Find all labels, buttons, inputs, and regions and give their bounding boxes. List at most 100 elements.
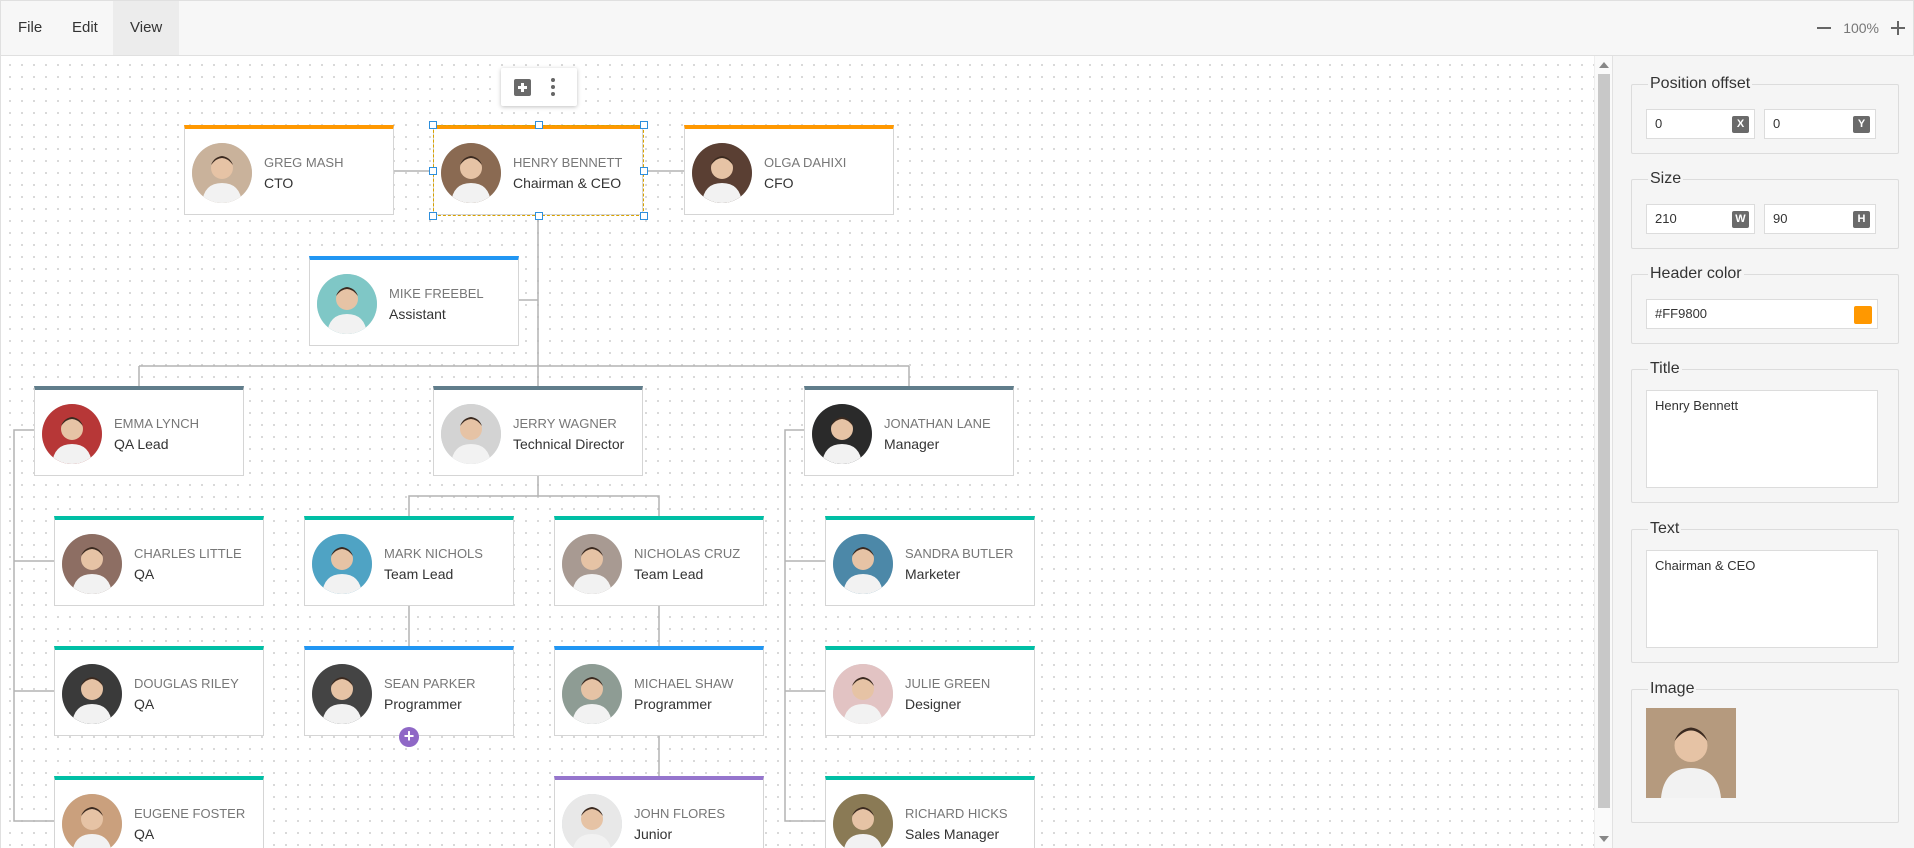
avatar xyxy=(62,794,122,848)
node-name: JOHN FLORES xyxy=(634,806,726,821)
resize-handle[interactable] xyxy=(429,121,437,129)
org-node-sean[interactable]: SEAN PARKER Programmer xyxy=(304,646,514,736)
org-node-jerry[interactable]: JERRY WAGNER Technical Director xyxy=(433,386,643,476)
add-child-button[interactable]: + xyxy=(399,727,419,747)
more-vertical-icon[interactable] xyxy=(551,78,555,96)
color-swatch[interactable] xyxy=(1854,306,1872,324)
node-role: Sales Manager xyxy=(905,826,1000,842)
org-node-sandra[interactable]: SANDRA BUTLER Marketer xyxy=(825,516,1035,606)
position-x-input[interactable]: 0 X xyxy=(1646,109,1755,139)
org-node-julie[interactable]: JULIE GREEN Designer xyxy=(825,646,1035,736)
width-value: 210 xyxy=(1655,211,1677,226)
diagram-canvas[interactable]: GREG MASH CTO HENRY BENNETT Chairman & CEO O… xyxy=(0,56,1594,848)
connector-jerry-team xyxy=(408,476,660,516)
text-label: Text xyxy=(1648,520,1682,538)
w-tag: W xyxy=(1732,211,1749,228)
scroll-up-arrow-icon[interactable] xyxy=(1599,62,1609,68)
plus-icon[interactable] xyxy=(1891,21,1905,35)
avatar xyxy=(833,794,893,848)
menu-view[interactable]: View xyxy=(113,1,180,55)
position-y-value: 0 xyxy=(1773,116,1781,131)
org-node-richard[interactable]: RICHARD HICKS Sales Manager xyxy=(825,776,1035,848)
header-color-input[interactable]: #FF9800 xyxy=(1646,299,1878,329)
avatar xyxy=(812,404,872,464)
node-role: Marketer xyxy=(905,566,961,582)
connector-emma-team xyxy=(13,429,54,822)
image-label: Image xyxy=(1648,680,1697,698)
org-node-mark[interactable]: MARK NICHOLS Team Lead xyxy=(304,516,514,606)
x-tag: X xyxy=(1732,116,1749,133)
minus-icon[interactable] xyxy=(1817,21,1832,35)
position-offset-group: Position offset 0 X 0 Y xyxy=(1631,75,1899,154)
org-node-greg[interactable]: GREG MASH CTO xyxy=(184,125,394,215)
text-group: Text Chairman & CEO xyxy=(1631,520,1899,663)
org-node-olga[interactable]: OLGA DAHIXI CFO xyxy=(684,125,894,215)
avatar xyxy=(562,664,622,724)
node-role: Programmer xyxy=(384,696,462,712)
org-node-nicholas[interactable]: NICHOLAS CRUZ Team Lead xyxy=(554,516,764,606)
org-node-michael[interactable]: MICHAEL SHAW Programmer xyxy=(554,646,764,736)
node-role: Junior xyxy=(634,826,673,842)
node-role: Programmer xyxy=(634,696,712,712)
node-name: RICHARD HICKS xyxy=(905,806,1008,821)
size-label: Size xyxy=(1648,170,1684,188)
height-input[interactable]: 90 H xyxy=(1764,204,1876,234)
org-node-charles[interactable]: CHARLES LITTLE QA xyxy=(54,516,264,606)
node-role: QA xyxy=(134,566,155,582)
image-group: Image xyxy=(1631,680,1899,823)
node-role: Technical Director xyxy=(513,436,625,452)
title-label: Title xyxy=(1648,360,1682,378)
height-value: 90 xyxy=(1773,211,1788,226)
header-color-group: Header color #FF9800 xyxy=(1631,265,1899,344)
org-node-jonathan[interactable]: JONATHAN LANE Manager xyxy=(804,386,1014,476)
scrollbar-thumb[interactable] xyxy=(1598,74,1610,808)
add-square-icon[interactable] xyxy=(514,79,531,96)
title-textarea[interactable]: Henry Bennett xyxy=(1646,390,1878,488)
resize-handle[interactable] xyxy=(640,212,648,220)
avatar xyxy=(42,404,102,464)
position-x-value: 0 xyxy=(1655,116,1663,131)
resize-handle[interactable] xyxy=(429,212,437,220)
node-role: QA xyxy=(134,696,155,712)
avatar xyxy=(192,143,252,203)
zoom-level: 100% xyxy=(1843,20,1879,36)
node-name: JERRY WAGNER xyxy=(513,416,617,431)
width-input[interactable]: 210 W xyxy=(1646,204,1755,234)
toolbar: File Edit View 100% xyxy=(0,0,1914,56)
node-name: NICHOLAS CRUZ xyxy=(634,546,741,561)
avatar xyxy=(62,534,122,594)
resize-handle[interactable] xyxy=(534,212,543,220)
node-role: QA xyxy=(134,826,155,842)
vertical-scrollbar[interactable] xyxy=(1594,56,1612,848)
y-tag: Y xyxy=(1853,116,1870,133)
node-role: QA Lead xyxy=(114,436,169,452)
resize-handle[interactable] xyxy=(534,121,543,129)
avatar xyxy=(317,274,377,334)
node-name: EMMA LYNCH xyxy=(114,416,199,431)
position-offset-label: Position offset xyxy=(1648,75,1753,93)
node-name: JONATHAN LANE xyxy=(884,416,991,431)
resize-handle[interactable] xyxy=(429,166,437,175)
menu-file[interactable]: File xyxy=(1,1,59,55)
text-textarea[interactable]: Chairman & CEO xyxy=(1646,550,1878,648)
size-group: Size 210 W 90 H xyxy=(1631,170,1899,249)
node-role: Designer xyxy=(905,696,962,712)
org-node-douglas[interactable]: DOUGLAS RILEY QA xyxy=(54,646,264,736)
node-role: CTO xyxy=(264,175,294,191)
org-node-eugene[interactable]: EUGENE FOSTER QA xyxy=(54,776,264,848)
org-node-john[interactable]: JOHN FLORES Junior xyxy=(554,776,764,848)
scroll-down-arrow-icon[interactable] xyxy=(1599,836,1609,842)
header-color-value: #FF9800 xyxy=(1655,306,1708,321)
zoom-control: 100% xyxy=(1817,1,1905,55)
menu-edit[interactable]: Edit xyxy=(55,1,115,55)
org-node-emma[interactable]: EMMA LYNCH QA Lead xyxy=(34,386,244,476)
selection-outline xyxy=(433,125,644,216)
resize-handle[interactable] xyxy=(640,121,648,129)
node-context-toolbar xyxy=(501,68,577,106)
org-node-mike[interactable]: MIKE FREEBEL Assistant xyxy=(309,256,519,346)
resize-handle[interactable] xyxy=(640,166,648,175)
avatar xyxy=(62,664,122,724)
image-preview[interactable] xyxy=(1646,708,1736,798)
node-name: SANDRA BUTLER xyxy=(905,546,1014,561)
position-y-input[interactable]: 0 Y xyxy=(1764,109,1876,139)
